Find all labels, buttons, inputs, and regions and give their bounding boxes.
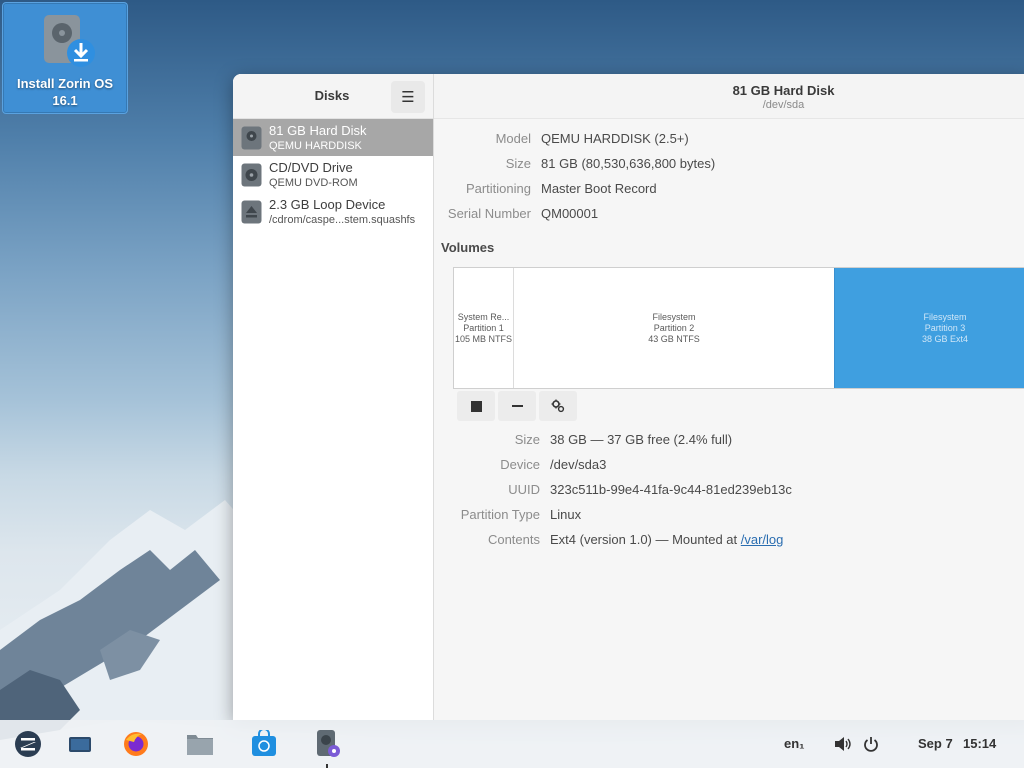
partition-name: Filesystem — [923, 312, 967, 322]
disk-item-sub: QEMU DVD-ROM — [269, 177, 358, 189]
install-label-line1: Install Zorin OS — [16, 76, 114, 91]
prop-label: Contents — [487, 532, 540, 547]
disks-sidebar: Disks ☰ 81 GB Hard Disk QEMU HARDDISK CD… — [233, 74, 434, 720]
vol-prop-contents: Contents Ext4 (version 1.0) — Mounted at… — [434, 532, 1024, 550]
eject-icon — [241, 200, 262, 224]
details-header: 81 GB Hard Disk /dev/sda ⋮ — [434, 74, 1024, 119]
prop-label: Partition Type — [460, 507, 540, 522]
partition-2-block[interactable]: Filesystem Partition 2 43 GB NTFS — [514, 268, 886, 388]
software-store-button[interactable] — [248, 728, 280, 760]
files-icon — [187, 735, 213, 755]
partition-size: 43 GB NTFS — [648, 334, 700, 344]
prop-value: 38 GB — 37 GB free (2.4% full) — [550, 432, 733, 447]
disk-item-name: 2.3 GB Loop Device — [269, 197, 386, 212]
volumes-heading: Volumes — [441, 240, 495, 255]
prop-model: Model QEMU HARDDISK (2.5+) — [434, 131, 1024, 149]
install-zorin-label: Install Zorin OS 16.1 — [3, 75, 127, 109]
drive-title: 81 GB Hard Disk — [732, 83, 835, 98]
taskbar: en₁ Sep 7 15:14 — [0, 720, 1024, 768]
unmount-button[interactable] — [457, 391, 495, 421]
vol-prop-partition-type: Partition Type Linux — [434, 507, 1024, 525]
prop-value: 81 GB (80,530,636,800 bytes) — [541, 156, 716, 171]
partition-number: Partition 1 — [463, 323, 504, 333]
software-store-icon — [252, 730, 276, 756]
running-indicator — [326, 764, 328, 768]
sidebar-header: Disks ☰ — [233, 74, 433, 119]
clock-time[interactable]: 15:14 — [963, 736, 996, 751]
prop-value: /dev/sda3 — [550, 457, 607, 472]
partition-size: 38 GB Ext4 — [921, 334, 969, 344]
disk-item-cd-dvd[interactable]: CD/DVD Drive QEMU DVD-ROM — [233, 156, 433, 193]
zorin-menu-button[interactable] — [12, 728, 44, 760]
prop-value: Linux — [550, 507, 582, 522]
workspaces-button[interactable] — [64, 728, 96, 760]
files-button[interactable] — [184, 728, 216, 760]
disks-window: Disks ☰ 81 GB Hard Disk QEMU HARDDISK CD… — [233, 74, 1024, 720]
hard-disk-icon — [241, 126, 262, 150]
disk-item-sub: /cdrom/caspe...stem.squashfs — [269, 214, 416, 226]
volume-icon — [835, 737, 851, 751]
firefox-icon — [124, 732, 148, 756]
disks-icon — [317, 730, 340, 757]
install-disk-icon — [44, 15, 95, 67]
disk-item-loop-device[interactable]: 2.3 GB Loop Device /cdrom/caspe...stem.s… — [233, 193, 433, 230]
firefox-button[interactable] — [120, 728, 152, 760]
prop-label: Serial Number — [447, 206, 531, 221]
stop-icon — [470, 400, 482, 412]
delete-partition-button[interactable] — [498, 391, 536, 421]
vol-prop-device: Device /dev/sda3 — [434, 457, 1024, 475]
workspaces-icon — [69, 737, 91, 752]
clock-date[interactable]: Sep 7 — [918, 736, 953, 751]
prop-label: Size — [505, 156, 531, 171]
prop-label: Device — [500, 457, 540, 472]
power-icon — [864, 737, 878, 752]
install-zorin-desktop-icon[interactable]: Install Zorin OS 16.1 — [2, 2, 128, 114]
volumes-bar: System Re... Partition 1 105 MB NTFS Fil… — [453, 267, 1024, 389]
install-label-line2: 16.1 — [52, 93, 78, 108]
disk-item-name: 81 GB Hard Disk — [269, 123, 367, 138]
disk-item-hard-disk[interactable]: 81 GB Hard Disk QEMU HARDDISK — [233, 119, 433, 156]
prop-serial: Serial Number QM00001 — [434, 206, 1024, 224]
prop-size: Size 81 GB (80,530,636,800 bytes) — [434, 156, 1024, 174]
disk-item-name: CD/DVD Drive — [269, 160, 353, 175]
prop-label: Partitioning — [465, 181, 531, 196]
partition-options-button[interactable] — [539, 391, 577, 421]
keyboard-layout-indicator[interactable]: en₁ — [784, 736, 805, 751]
power-button[interactable] — [855, 728, 887, 760]
optical-drive-icon — [241, 163, 262, 187]
partition-size: 105 MB NTFS — [454, 334, 512, 344]
prop-value: QEMU HARDDISK (2.5+) — [541, 131, 689, 146]
partition-name: Filesystem — [652, 312, 696, 322]
mount-point-link[interactable]: /var/log — [741, 532, 784, 547]
prop-partitioning: Partitioning Master Boot Record — [434, 181, 1024, 199]
partition-1-block[interactable]: System Re... Partition 1 105 MB NTFS — [454, 268, 514, 388]
prop-label: UUID — [508, 482, 540, 497]
prop-value: Ext4 (version 1.0) — Mounted at /var/log — [550, 532, 783, 547]
hamburger-icon: ☰ — [401, 89, 415, 106]
vol-prop-size: Size 38 GB — 37 GB free (2.4% full) — [434, 432, 1024, 450]
partition-number: Partition 3 — [924, 323, 966, 333]
drive-subtitle: /dev/sda — [762, 99, 805, 111]
hamburger-menu-button[interactable]: ☰ — [391, 81, 425, 113]
disks-taskbar-button[interactable] — [312, 728, 344, 760]
partition-number: Partition 2 — [653, 323, 695, 333]
partition-3-block[interactable]: Filesystem Partition 3 38 GB Ext4 — [834, 268, 1024, 388]
zorin-menu-icon — [15, 731, 41, 757]
partition-name: System Re... — [457, 312, 510, 322]
disk-item-sub: QEMU HARDDISK — [269, 140, 362, 152]
disk-details-pane: 81 GB Hard Disk /dev/sda ⋮ Model QEMU HA… — [434, 74, 1024, 720]
prop-value: Master Boot Record — [541, 181, 657, 196]
gears-icon — [551, 399, 565, 413]
prop-value: 323c511b-99e4-41fa-9c44-81ed239eb13c — [550, 482, 792, 497]
minus-icon — [511, 405, 523, 407]
prop-value: QM00001 — [541, 206, 599, 221]
prop-label: Model — [495, 131, 531, 146]
prop-label: Size — [514, 432, 540, 447]
vol-prop-uuid: UUID 323c511b-99e4-41fa-9c44-81ed239eb13… — [434, 482, 1024, 500]
contents-text: Ext4 (version 1.0) — Mounted at — [550, 532, 741, 547]
